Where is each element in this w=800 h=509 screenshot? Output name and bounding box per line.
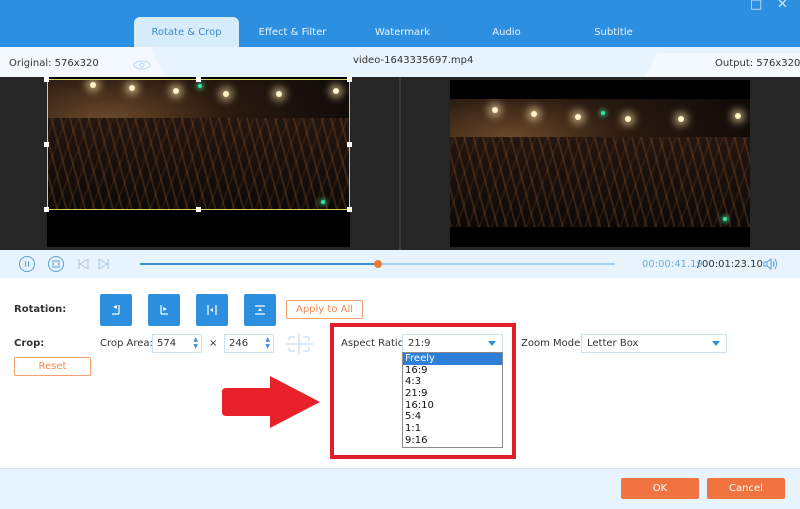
pause-button[interactable]: [19, 256, 35, 272]
previous-frame-icon[interactable]: [77, 258, 89, 270]
preview-area: [0, 77, 800, 250]
progress-slider[interactable]: [140, 260, 615, 268]
output-video: [450, 99, 750, 227]
rotate-left-button[interactable]: [100, 294, 132, 326]
rotate-right-icon: [160, 305, 168, 315]
crop-handle-top-right[interactable]: [347, 77, 352, 82]
crop-handle-left[interactable]: [44, 142, 49, 147]
crop-handle-bottom-right[interactable]: [347, 207, 352, 212]
crop-width-value: 574: [157, 338, 177, 349]
filename: video-1643335697.mp4: [353, 55, 474, 66]
center-crop-icon[interactable]: [285, 333, 313, 355]
ok-button[interactable]: OK: [621, 478, 699, 499]
next-frame-icon[interactable]: [98, 258, 110, 270]
progress-thumb[interactable]: [373, 260, 382, 268]
progress-fill: [140, 263, 378, 265]
flip-vertical-icon: [255, 305, 265, 315]
annotation-highlight-box: [330, 323, 516, 459]
info-bar: Original: 576x320 video-1643335697.mp4 O…: [0, 47, 800, 77]
crop-width-stepper[interactable]: ▲ ▼: [193, 336, 198, 350]
crop-width-input[interactable]: 574 ▲ ▼: [152, 334, 202, 353]
total-time: 00:01:23.10: [702, 259, 763, 270]
reset-button[interactable]: Reset: [14, 357, 91, 376]
flip-horizontal-icon: [207, 305, 217, 315]
crop-label: Crop:: [14, 338, 45, 349]
stop-icon: [52, 260, 60, 268]
crop-height-stepper[interactable]: ▲ ▼: [265, 336, 270, 350]
close-icon[interactable]: ✕: [777, 0, 788, 11]
original-resolution: Original: 576x320: [9, 58, 99, 69]
eye-icon[interactable]: [133, 60, 151, 70]
volume-icon[interactable]: [763, 258, 779, 270]
output-resolution: Output: 576x320: [715, 58, 800, 69]
time-separator: /: [697, 259, 701, 270]
rotation-label: Rotation:: [14, 304, 67, 315]
crop-handle-right[interactable]: [347, 142, 352, 147]
apply-to-all-button[interactable]: Apply to All: [286, 300, 363, 319]
flip-horizontal-button[interactable]: [196, 294, 228, 326]
current-time: 00:00:41.19: [642, 259, 703, 270]
times-sign: ×: [209, 338, 218, 349]
crop-handle-bottom[interactable]: [196, 207, 201, 212]
stop-button[interactable]: [48, 256, 64, 272]
rotate-left-icon: [112, 305, 120, 315]
playback-controls: 00:00:41.19 / 00:01:23.10: [0, 250, 800, 278]
tab-bar: □ ✕ Rotate & Crop Effect & Filter Waterm…: [0, 0, 800, 47]
annotation-arrow-icon: [222, 376, 320, 428]
tab-rotate-crop[interactable]: Rotate & Crop: [134, 17, 239, 47]
crop-handle-top[interactable]: [196, 77, 201, 82]
crop-area-label: Crop Area:: [100, 338, 153, 349]
crop-height-input[interactable]: 246 ▲ ▼: [224, 334, 274, 353]
crop-handle-top-left[interactable]: [44, 77, 49, 82]
tab-subtitle[interactable]: Subtitle: [561, 17, 666, 47]
maximize-icon[interactable]: □: [750, 0, 762, 11]
pause-icon: [25, 261, 29, 267]
tab-watermark[interactable]: Watermark: [350, 17, 455, 47]
crop-height-value: 246: [229, 338, 249, 349]
flip-vertical-button[interactable]: [244, 294, 276, 326]
tab-audio[interactable]: Audio: [454, 17, 559, 47]
tab-effect-filter[interactable]: Effect & Filter: [240, 17, 345, 47]
chevron-down-icon: [712, 341, 720, 346]
zoom-mode-value: Letter Box: [587, 338, 639, 349]
zoom-mode-select[interactable]: Letter Box: [581, 334, 727, 353]
zoom-mode-label: Zoom Mode:: [521, 338, 584, 349]
crop-rectangle[interactable]: [47, 79, 350, 210]
rotate-right-button[interactable]: [148, 294, 180, 326]
crop-handle-bottom-left[interactable]: [44, 207, 49, 212]
cancel-button[interactable]: Cancel: [707, 478, 785, 499]
